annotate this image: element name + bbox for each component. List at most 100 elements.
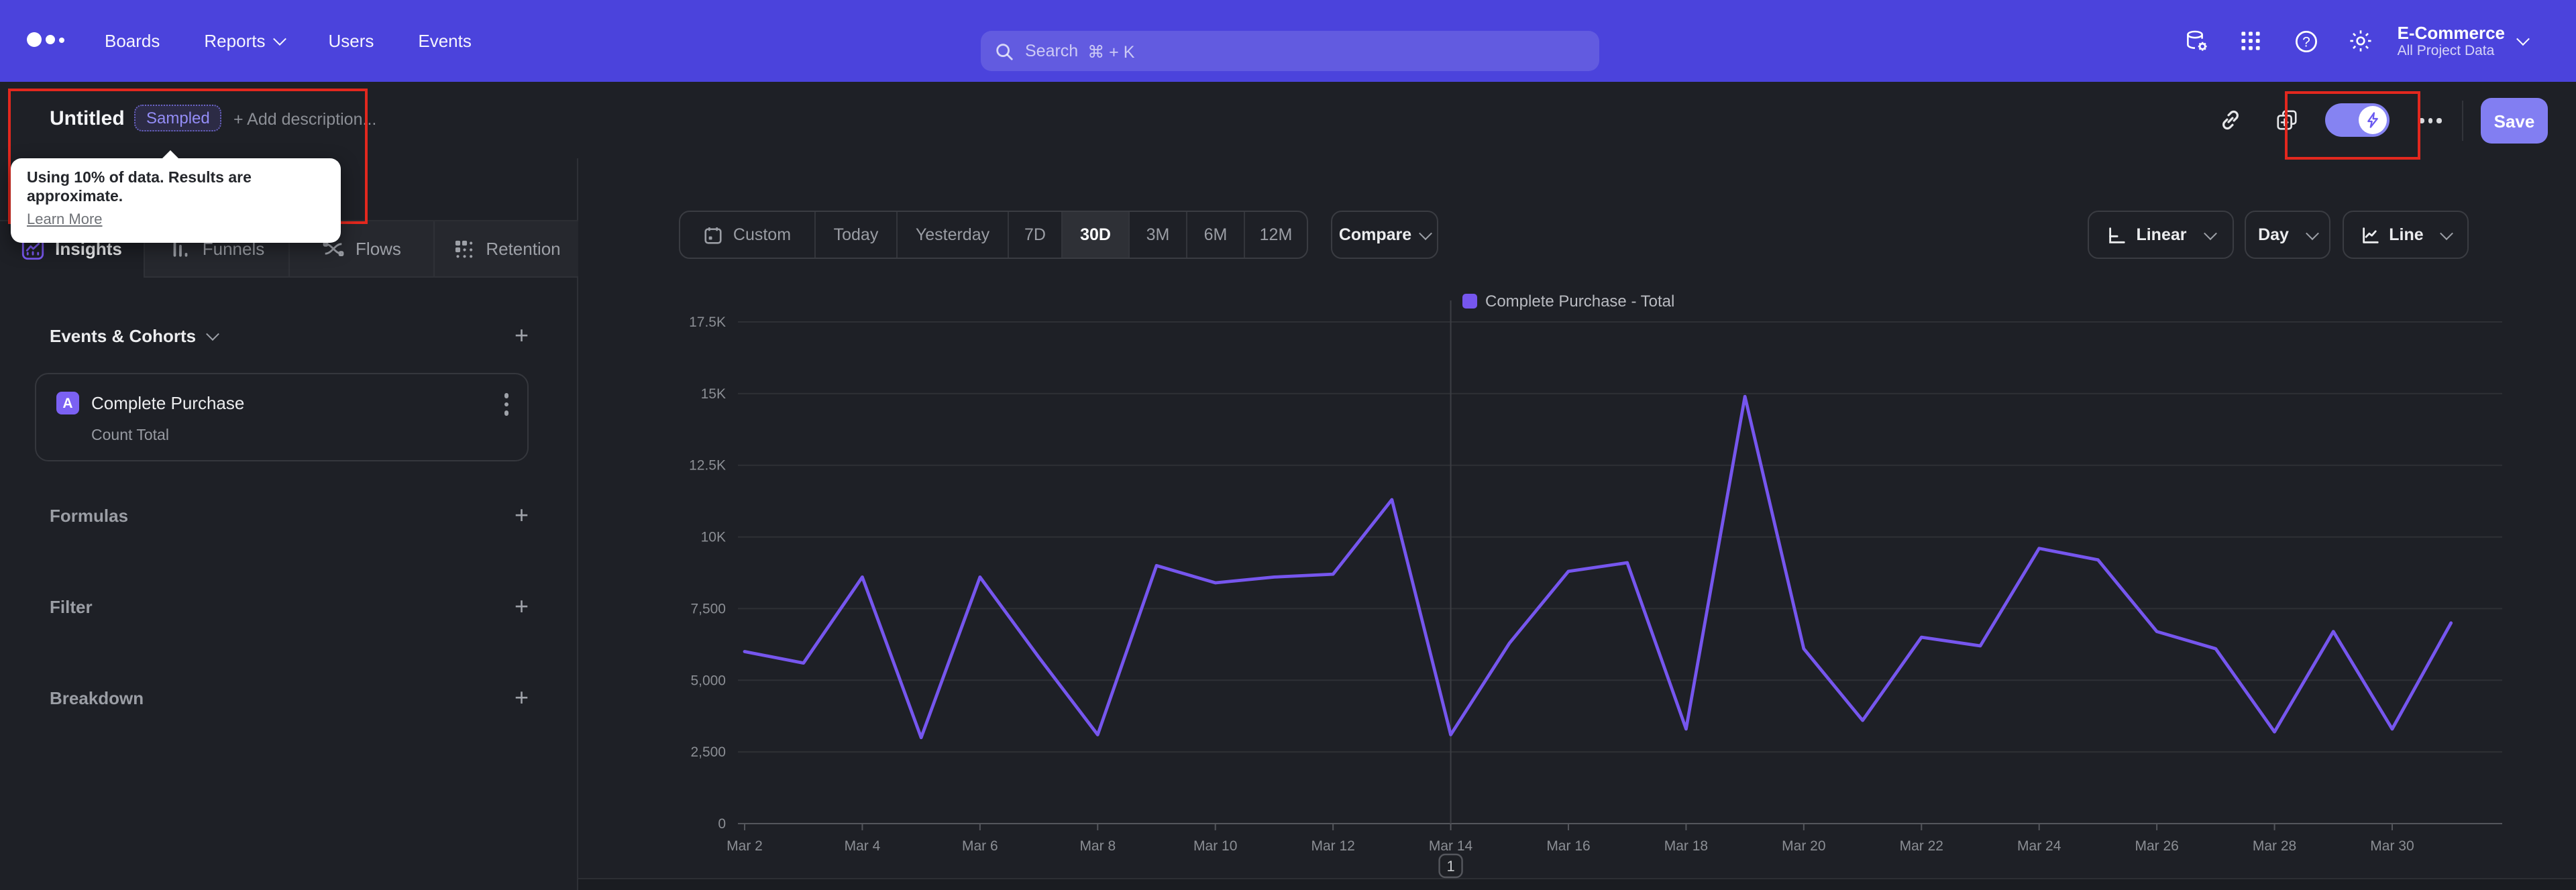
- range-label: Yesterday: [915, 225, 990, 244]
- search-placeholder: Search: [1025, 42, 1079, 60]
- dropdown-label: Line: [2389, 225, 2424, 244]
- annotation-marker[interactable]: 1: [1438, 853, 1463, 879]
- event-card[interactable]: A Complete Purchase Count Total: [35, 373, 529, 461]
- section-formulas: Formulas +: [50, 502, 529, 529]
- sampling-tooltip-message: Using 10% of data. Results are approxima…: [27, 170, 252, 205]
- x-axis-label: Mar 24: [2017, 838, 2061, 854]
- save-button[interactable]: Save: [2481, 98, 2548, 144]
- x-axis-label: Mar 14: [1429, 838, 1473, 854]
- range-label: 7D: [1024, 225, 1046, 244]
- report-title[interactable]: Untitled: [50, 107, 125, 130]
- mixpanel-logo-icon[interactable]: [27, 32, 64, 47]
- x-axis-label: Mar 12: [1311, 838, 1354, 854]
- nav-link-events[interactable]: Events: [418, 31, 472, 51]
- project-selector[interactable]: E-Commerce All Project Data: [2398, 22, 2505, 60]
- learn-more-link[interactable]: Learn More: [27, 212, 103, 228]
- event-options-icon[interactable]: [504, 393, 508, 415]
- dropdown-label: Day: [2258, 225, 2289, 244]
- x-axis-label: Mar 6: [962, 838, 998, 854]
- toggle-knob: [2359, 106, 2387, 134]
- date-range-control: Custom Today Yesterday 7D 30D 3M 6M 12M: [679, 211, 1308, 259]
- chevron-down-icon: [206, 327, 220, 341]
- calendar-icon: [704, 225, 724, 245]
- line-dropdown[interactable]: Line: [2343, 211, 2469, 259]
- linear-dropdown[interactable]: Linear: [2088, 211, 2234, 259]
- y-axis-label: 5,000: [690, 673, 726, 688]
- app-window: Boards Reports Users Events Search ⌘ + K: [0, 0, 2576, 890]
- range-label: Custom: [733, 225, 792, 244]
- add-breakdown-button[interactable]: +: [515, 685, 529, 710]
- data-management-icon[interactable]: [2182, 26, 2211, 56]
- apps-grid-icon[interactable]: [2237, 26, 2266, 56]
- series-line[interactable]: [743, 394, 2453, 740]
- svg-text:?: ?: [2302, 34, 2310, 50]
- range-30d[interactable]: 30D: [1061, 212, 1128, 258]
- chevron-down-icon: [2516, 32, 2530, 46]
- range-yesterday[interactable]: Yesterday: [896, 212, 1008, 258]
- tab-retention[interactable]: Retention: [433, 221, 578, 278]
- project-scope: All Project Data: [2397, 42, 2495, 58]
- nav-link-label: Events: [418, 31, 472, 51]
- section-filter: Filter +: [50, 593, 529, 620]
- sampling-tooltip: Using 10% of data. Results are approxima…: [11, 150, 341, 243]
- add-description-field[interactable]: + Add description...: [233, 110, 376, 129]
- y-axis-label: 0: [718, 816, 726, 832]
- retention-icon: [452, 237, 475, 260]
- range-7d[interactable]: 7D: [1008, 212, 1061, 258]
- range-label: 6M: [1203, 225, 1228, 244]
- section-label: Breakdown: [50, 687, 144, 708]
- range-label: Today: [833, 225, 879, 244]
- x-axis-label: Mar 10: [1193, 838, 1237, 854]
- x-axis-label: Mar 28: [2253, 838, 2296, 854]
- more-menu-icon[interactable]: [2419, 118, 2441, 123]
- search-input[interactable]: Search ⌘ + K: [981, 31, 1599, 71]
- tab-label: Retention: [486, 239, 561, 259]
- nav-link-label: Reports: [204, 31, 266, 51]
- x-axis-label: Mar 2: [727, 838, 763, 854]
- nav-link-reports[interactable]: Reports: [204, 31, 286, 51]
- section-label: Filter: [50, 596, 93, 616]
- add-event-button[interactable]: +: [515, 323, 529, 347]
- y-axis-label: 15K: [701, 386, 726, 402]
- chart-panel: Custom Today Yesterday 7D 30D 3M 6M 12M Compare…: [578, 158, 2576, 890]
- nav-link-users[interactable]: Users: [328, 31, 374, 51]
- nav-link-boards[interactable]: Boards: [105, 31, 160, 51]
- page-background-strip: [578, 879, 2576, 890]
- line-chart: 0 2,500 5,000 7,500 10K 12.5K 15K 17.5K Mar 2 Mar…: [578, 292, 2576, 890]
- copy-to-board-icon[interactable]: [2275, 109, 2298, 131]
- range-label: 30D: [1080, 225, 1111, 244]
- y-axis-label: 12.5K: [689, 458, 726, 474]
- range-custom[interactable]: Custom: [680, 212, 814, 258]
- range-3m[interactable]: 3M: [1128, 212, 1186, 258]
- help-icon[interactable]: ?: [2292, 26, 2321, 56]
- x-axis-label: Mar 4: [845, 838, 881, 854]
- toolbar-divider: [2462, 101, 2463, 141]
- sampling-toggle[interactable]: [2325, 103, 2390, 137]
- chevron-down-icon: [1419, 226, 1433, 240]
- project-name: E-Commerce: [2397, 22, 2505, 42]
- events-cohorts-header[interactable]: Events & Cohorts: [50, 325, 220, 345]
- compare-button[interactable]: Compare: [1331, 211, 1438, 259]
- axis-icon: [2106, 225, 2127, 245]
- settings-gear-icon[interactable]: [2347, 26, 2376, 56]
- event-metric[interactable]: Count Total: [91, 428, 169, 444]
- x-axis-label: Mar 16: [1546, 838, 1590, 854]
- y-axis-label: 2,500: [690, 744, 726, 760]
- nav-right: ? E-Commerce All Project Data: [2156, 0, 2530, 82]
- events-cohorts-header-row: Events & Cohorts +: [50, 323, 529, 347]
- legend-label[interactable]: Complete Purchase - Total: [1485, 292, 1674, 311]
- range-today[interactable]: Today: [814, 212, 896, 258]
- x-axis-label: Mar 20: [1782, 838, 1825, 854]
- range-6m[interactable]: 6M: [1186, 212, 1244, 258]
- add-filter-button[interactable]: +: [515, 594, 529, 618]
- sampled-badge[interactable]: Sampled: [134, 105, 222, 131]
- range-12m[interactable]: 12M: [1244, 212, 1307, 258]
- chevron-down-icon: [2306, 226, 2319, 240]
- add-formulas-button[interactable]: +: [515, 503, 529, 527]
- x-axis-label: Mar 26: [2135, 838, 2178, 854]
- event-letter-badge: A: [56, 392, 79, 414]
- link-icon[interactable]: [2219, 109, 2242, 131]
- day-dropdown[interactable]: Day: [2245, 211, 2330, 259]
- x-axis-label: Mar 8: [1079, 838, 1116, 854]
- section-label: Formulas: [50, 505, 129, 525]
